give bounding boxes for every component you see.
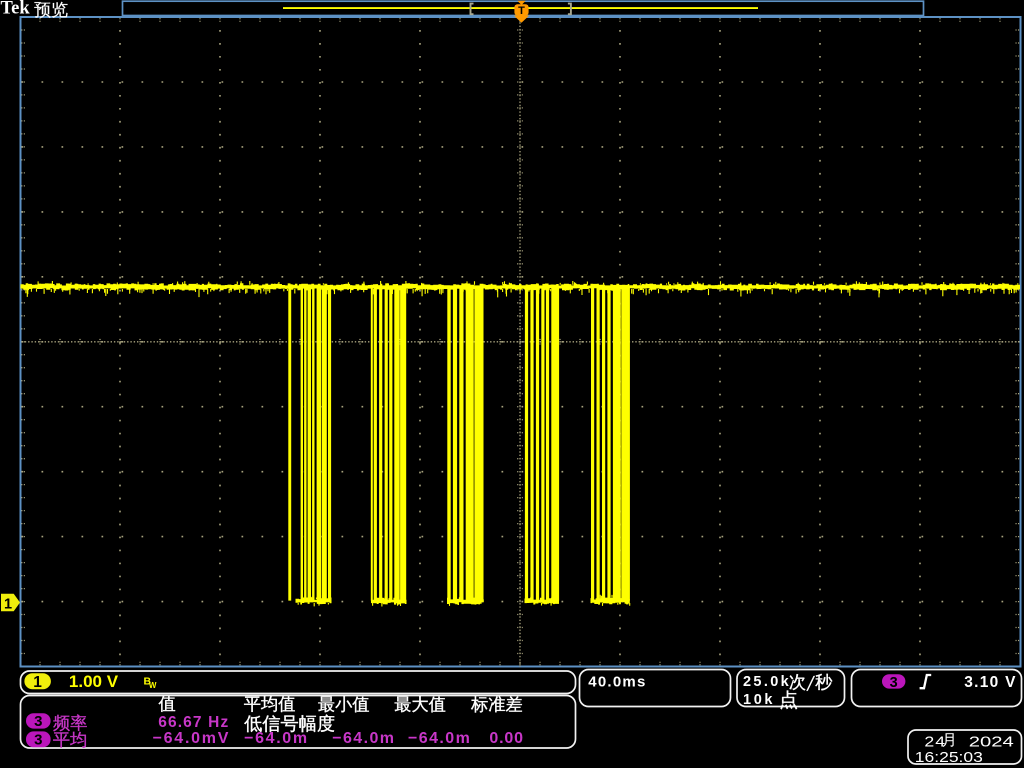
svg-text:25.0k: 25.0k [743,674,790,690]
svg-text:−64.0mV: −64.0mV [153,730,229,747]
svg-text:3: 3 [890,675,898,691]
svg-text:2: 2 [924,733,934,749]
svg-text:1.00 V: 1.00 V [69,672,119,691]
svg-text:Tek: Tek [1,0,31,18]
svg-text:W: W [149,681,157,690]
svg-text:0.00: 0.00 [489,730,523,747]
svg-text:T: T [518,5,525,17]
svg-text:2024: 2024 [969,733,1014,750]
svg-text:16:25:03: 16:25:03 [915,749,983,766]
svg-text:−64.0m: −64.0m [332,730,394,747]
svg-text:4: 4 [935,733,945,749]
svg-text:66.67 Hz: 66.67 Hz [158,714,228,731]
svg-text:3.10 V: 3.10 V [964,674,1016,691]
svg-text:3: 3 [34,713,42,730]
svg-text:1: 1 [33,674,42,691]
svg-text:10k: 10k [743,692,773,708]
svg-text:1: 1 [4,596,12,612]
svg-text:3: 3 [34,732,42,749]
svg-text:−64.0m: −64.0m [408,730,470,747]
